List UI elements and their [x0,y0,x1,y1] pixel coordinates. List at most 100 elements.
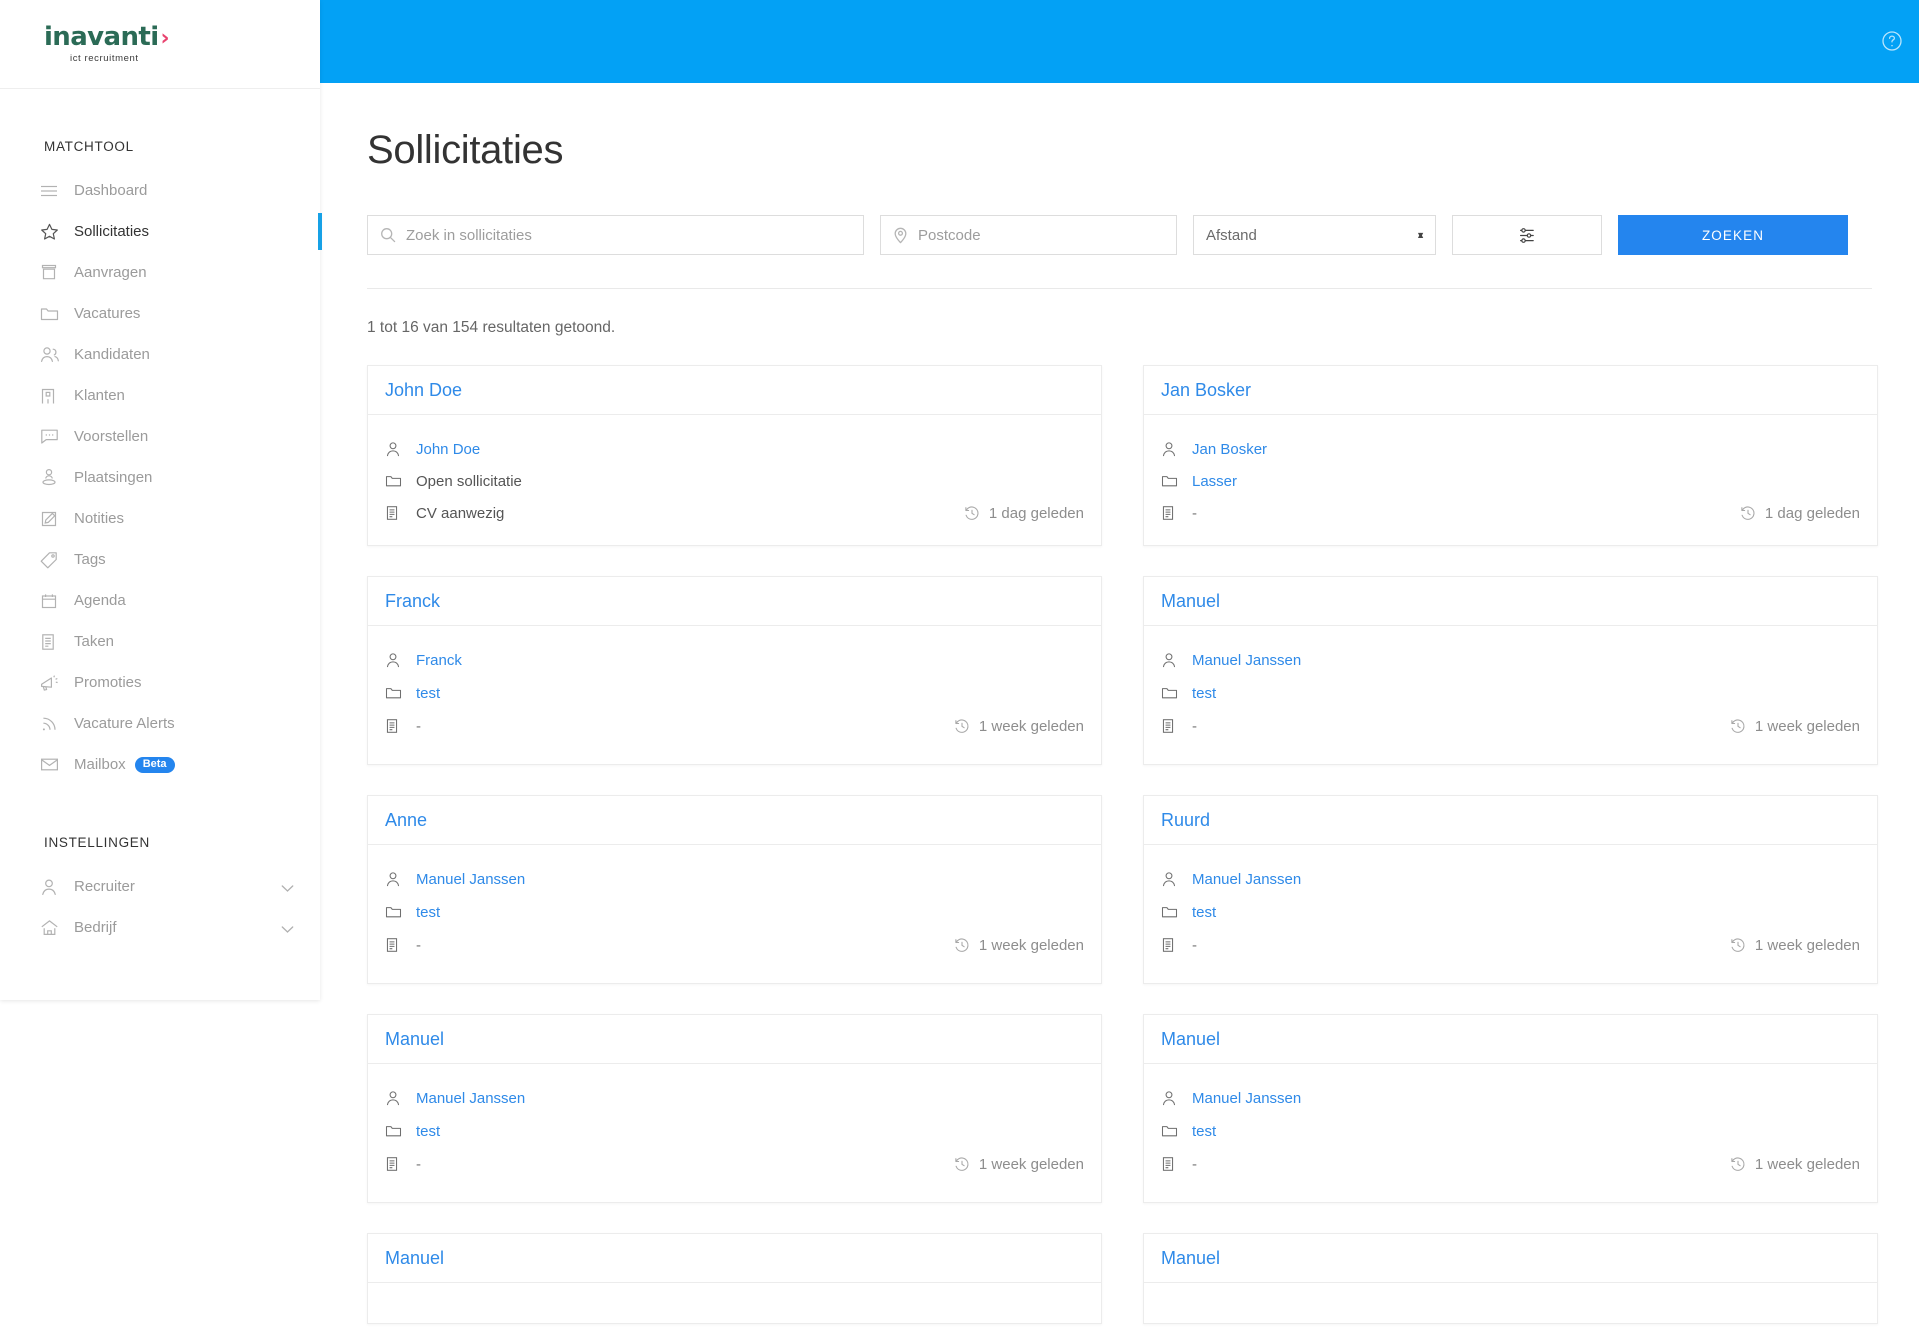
postcode-input-wrapper[interactable] [880,215,1177,255]
card-vacancy-row[interactable]: test [1161,677,1860,709]
sidebar-item-kandidaten[interactable]: Kandidaten [0,334,320,375]
card-title-link[interactable]: Manuel [1161,1248,1220,1269]
card-person-row[interactable]: Manuel Janssen [1161,1082,1860,1114]
card-title-link[interactable]: Manuel [1161,1029,1220,1050]
card-person-row[interactable]: Manuel Janssen [385,863,1084,895]
sidebar-item-mailbox[interactable]: Mailbox Beta [0,744,320,785]
envelope-icon [40,755,66,775]
sidebar-item-agenda[interactable]: Agenda [0,580,320,621]
application-card[interactable]: Manuel Manuel Janssen test - 1 week gele… [1143,576,1878,765]
card-vacancy-row[interactable]: Lasser [1161,465,1860,497]
sidebar-item-label: Agenda [74,592,126,609]
card-person-link[interactable]: Manuel Janssen [416,871,525,888]
card-header[interactable]: Jan Bosker [1144,366,1877,415]
sidebar-item-sollicitaties[interactable]: Sollicitaties [0,211,322,252]
person-icon [385,652,407,668]
card-vacancy-link[interactable]: test [1192,1123,1216,1140]
application-card[interactable]: Manuel Manuel Janssen test - 1 week gele… [367,1014,1102,1203]
card-title-link[interactable]: Manuel [1161,591,1220,612]
card-person-link[interactable]: Manuel Janssen [416,1090,525,1107]
card-title-link[interactable]: John Doe [385,380,462,401]
sidebar-item-tags[interactable]: Tags [0,539,320,580]
card-person-row[interactable]: John Doe [385,433,1084,465]
card-title-link[interactable]: Manuel [385,1248,444,1269]
folder-icon [385,1124,407,1138]
sidebar-item-promoties[interactable]: Promoties [0,662,320,703]
card-vacancy-row[interactable]: test [385,677,1084,709]
card-body: Manuel Janssen test - 1 week geleden [1144,845,1877,983]
advanced-filter-button[interactable] [1452,215,1602,255]
application-card[interactable]: Manuel [367,1233,1102,1324]
card-person-row[interactable]: Manuel Janssen [1161,644,1860,676]
card-person-row[interactable]: Franck [385,644,1084,676]
sidebar-item-recruiter[interactable]: Recruiter [0,866,320,907]
card-person-row[interactable]: Manuel Janssen [385,1082,1084,1114]
search-input[interactable] [406,226,851,244]
sidebar-item-plaatsingen[interactable]: Plaatsingen [0,457,320,498]
sidebar-item-taken[interactable]: Taken [0,621,320,662]
postcode-input[interactable] [918,226,1164,244]
card-header[interactable]: Manuel [368,1015,1101,1064]
card-vacancy-link[interactable]: test [416,904,440,921]
sidebar-item-vacatures[interactable]: Vacatures [0,293,320,334]
star-icon [40,222,66,242]
card-header[interactable]: Ruurd [1144,796,1877,845]
distance-select[interactable]: Afstand ▲ ▼ [1193,215,1436,255]
card-title-link[interactable]: Jan Bosker [1161,380,1251,401]
document-list-icon [40,632,66,652]
sidebar-item-notities[interactable]: Notities [0,498,320,539]
application-card[interactable]: Franck Franck test - 1 week geleden [367,576,1102,765]
sidebar-item-aanvragen[interactable]: Aanvragen [0,252,320,293]
edit-note-icon [40,509,66,529]
card-person-row[interactable]: Jan Bosker [1161,433,1860,465]
application-card[interactable]: Ruurd Manuel Janssen test - 1 week geled… [1143,795,1878,984]
card-person-row[interactable]: Manuel Janssen [1161,863,1860,895]
chevron-down-icon[interactable] [281,880,294,897]
search-submit-button[interactable]: ZOEKEN [1618,215,1848,255]
application-card[interactable]: Anne Manuel Janssen test - 1 week gelede… [367,795,1102,984]
search-input-wrapper[interactable] [367,215,864,255]
sidebar-item-voorstellen[interactable]: Voorstellen [0,416,320,457]
sidebar-item-dashboard[interactable]: Dashboard [0,170,320,211]
card-header[interactable]: Anne [368,796,1101,845]
chevron-down-icon[interactable] [281,921,294,938]
sidebar-item-klanten[interactable]: Klanten [0,375,320,416]
card-vacancy-label: Open sollicitatie [416,472,522,490]
card-vacancy-row[interactable]: test [1161,896,1860,928]
card-header[interactable]: Manuel [368,1234,1101,1283]
sidebar-item-bedrijf[interactable]: Bedrijf [0,907,320,948]
card-vacancy-link[interactable]: test [1192,685,1216,702]
card-title-link[interactable]: Manuel [385,1029,444,1050]
card-person-link[interactable]: Manuel Janssen [1192,1090,1301,1107]
card-person-link[interactable]: John Doe [416,441,480,458]
card-vacancy-link[interactable]: test [1192,904,1216,921]
card-vacancy-row[interactable]: test [385,1115,1084,1147]
card-person-link[interactable]: Manuel Janssen [1192,652,1301,669]
card-title-link[interactable]: Anne [385,810,427,831]
card-person-link[interactable]: Franck [416,652,462,669]
card-vacancy-link[interactable]: test [416,1123,440,1140]
logo-block[interactable]: inavanti › ict recruitment [0,0,320,89]
person-icon [385,1090,407,1106]
card-vacancy-row[interactable]: test [1161,1115,1860,1147]
card-header[interactable]: Manuel [1144,577,1877,626]
card-title-link[interactable]: Ruurd [1161,810,1210,831]
card-header[interactable]: Manuel [1144,1015,1877,1064]
sidebar-item-vacature-alerts[interactable]: Vacature Alerts [0,703,320,744]
card-header[interactable]: Manuel [1144,1234,1877,1283]
card-body: Jan Bosker Lasser - 1 dag geleden [1144,415,1877,545]
users-icon [40,345,66,365]
card-vacancy-row[interactable]: test [385,896,1084,928]
card-vacancy-link[interactable]: test [416,685,440,702]
card-person-link[interactable]: Manuel Janssen [1192,871,1301,888]
card-header[interactable]: John Doe [368,366,1101,415]
help-circle-icon[interactable] [1877,26,1907,56]
application-card[interactable]: Manuel [1143,1233,1878,1324]
application-card[interactable]: John Doe John Doe Open sollicitatie CV a… [367,365,1102,546]
application-card[interactable]: Manuel Manuel Janssen test - 1 week gele… [1143,1014,1878,1203]
card-header[interactable]: Franck [368,577,1101,626]
application-card[interactable]: Jan Bosker Jan Bosker Lasser - 1 dag gel… [1143,365,1878,546]
card-title-link[interactable]: Franck [385,591,440,612]
card-vacancy-link[interactable]: Lasser [1192,473,1237,490]
card-person-link[interactable]: Jan Bosker [1192,441,1267,458]
